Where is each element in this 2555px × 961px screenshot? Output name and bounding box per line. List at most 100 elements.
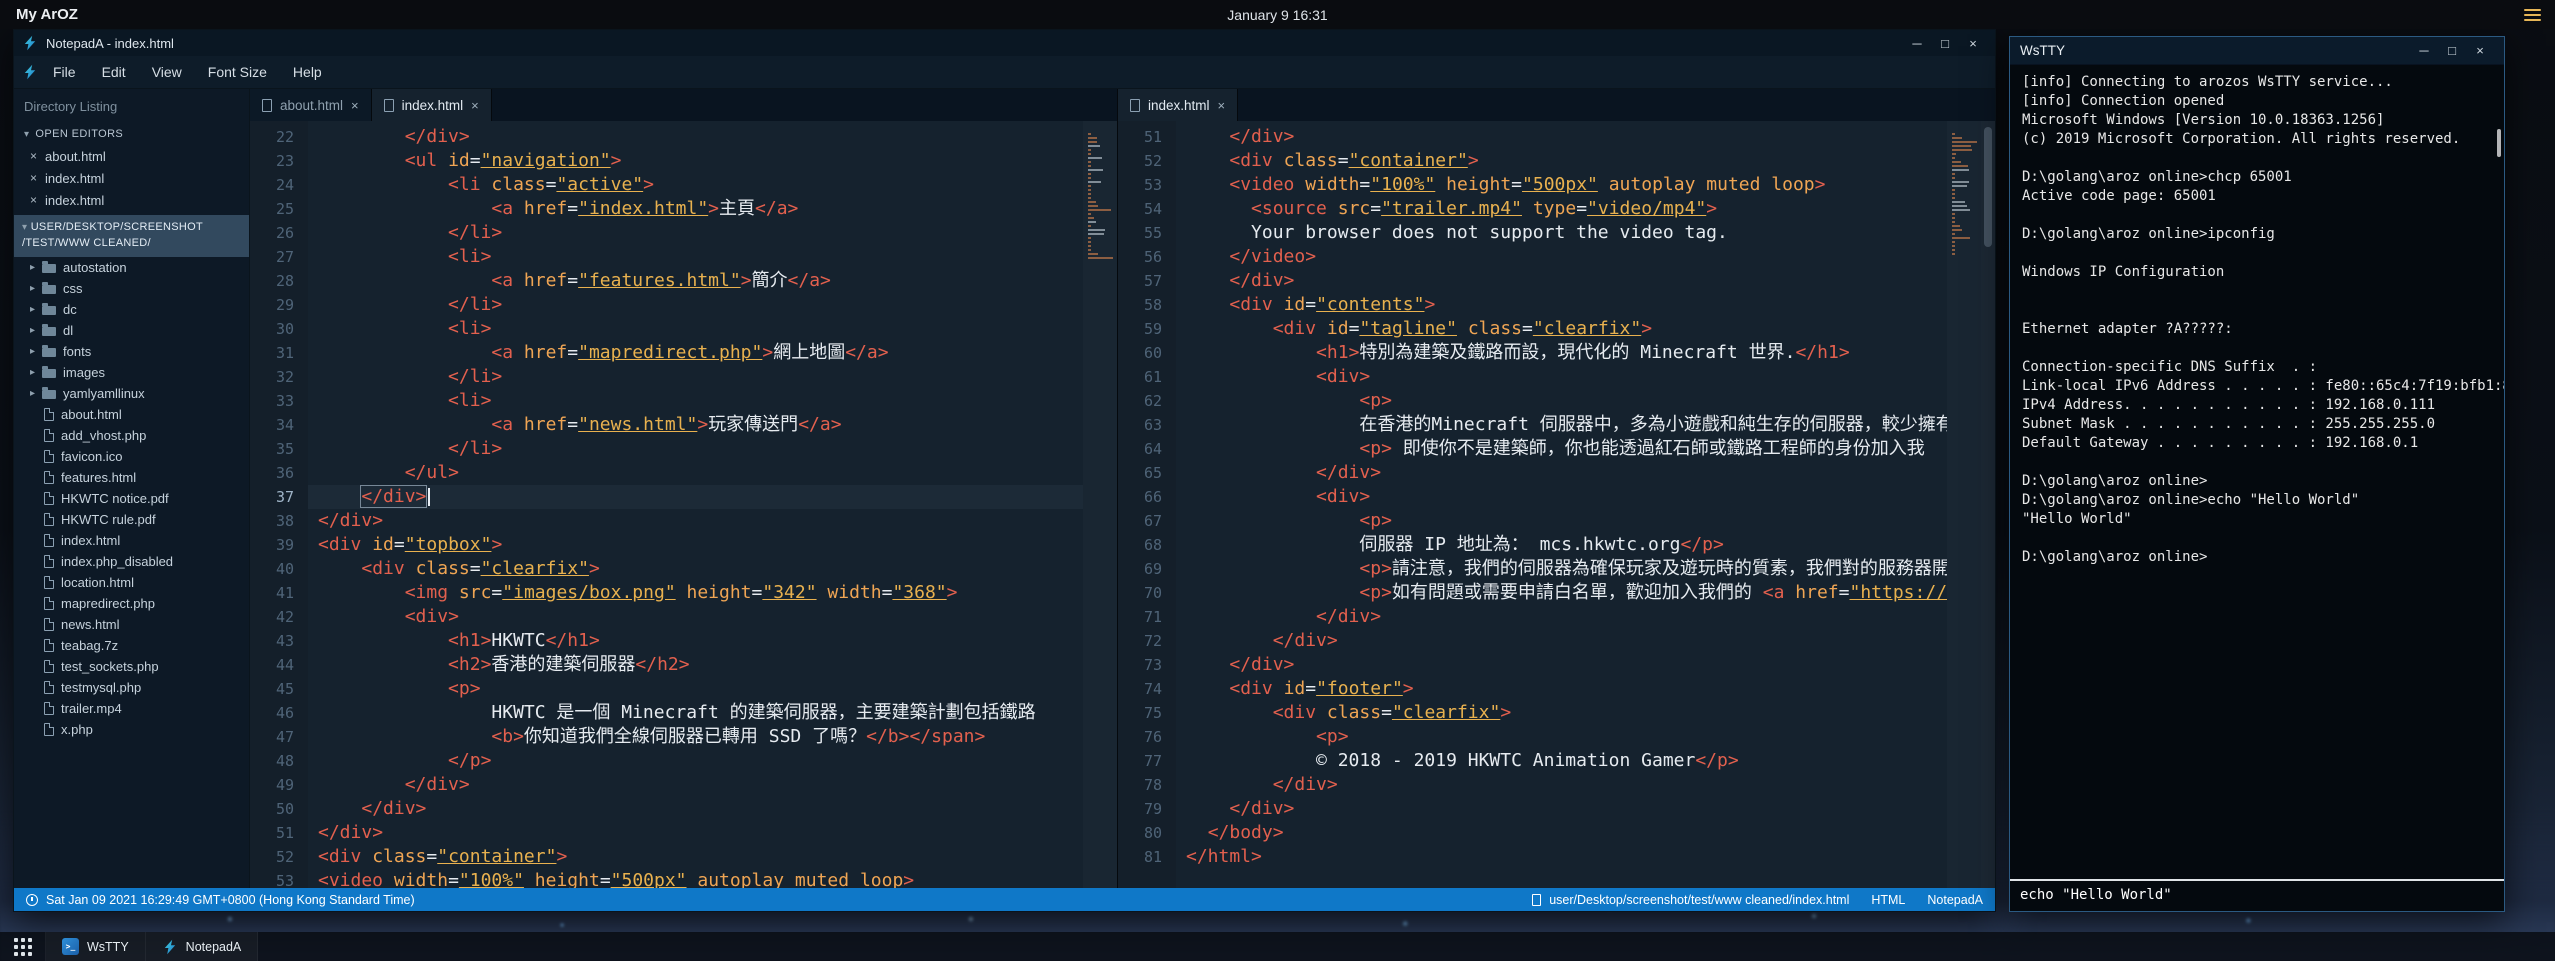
minimap-line [1952, 209, 1970, 211]
tree-file[interactable]: index.html [14, 530, 249, 551]
file-name: location.html [61, 575, 134, 590]
tree-file[interactable]: news.html [14, 614, 249, 635]
code-editor[interactable]: </div> <ul id="navigation"> <li class="a… [308, 121, 1083, 888]
tree-file[interactable]: mapredirect.php [14, 593, 249, 614]
terminal-line [2022, 244, 2492, 263]
workspace-root[interactable]: ▾ USER/DESKTOP/SCREENSHOT /TEST/WWW CLEA… [14, 215, 249, 257]
menu-item-edit[interactable]: Edit [89, 58, 139, 86]
line-number: 50 [250, 797, 294, 821]
file-icon [384, 99, 394, 112]
code-line: <h1>特別為建築及鐵路而設，現代化的 Minecraft 世界.</h1> [1176, 341, 1947, 365]
open-editor-item[interactable]: ×about.html [14, 145, 249, 167]
close-file-icon[interactable]: × [30, 149, 37, 163]
minimap[interactable] [1083, 121, 1117, 888]
tree-file[interactable]: features.html [14, 467, 249, 488]
tree-file[interactable]: favicon.ico [14, 446, 249, 467]
tree-folder[interactable]: ▸css [14, 278, 249, 299]
menu-item-file[interactable]: File [40, 58, 89, 86]
tree-folder[interactable]: ▸yamlyamllinux [14, 383, 249, 404]
tree-folder[interactable]: ▸autostation [14, 257, 249, 278]
tree-file[interactable]: about.html [14, 404, 249, 425]
status-language-mode[interactable]: HTML [1871, 893, 1905, 907]
tree-file[interactable]: HKWTC notice.pdf [14, 488, 249, 509]
code-editor[interactable]: </div> <div class="container"> <video wi… [1176, 121, 1947, 888]
close-button[interactable]: × [1959, 36, 1987, 51]
close-tab-icon[interactable]: × [351, 98, 359, 113]
scrollbar-thumb[interactable] [2497, 129, 2501, 157]
menu-item-font-size[interactable]: Font Size [195, 58, 280, 86]
wstty-titlebar[interactable]: WsTTY ─ □ × [2010, 37, 2504, 65]
close-file-icon[interactable]: × [30, 193, 37, 207]
terminal-output[interactable]: [info] Connecting to arozos WsTTY servic… [2010, 65, 2504, 879]
tree-file[interactable]: location.html [14, 572, 249, 593]
line-number: 26 [250, 221, 294, 245]
minimap-line [1088, 241, 1091, 243]
hamburger-menu-icon[interactable] [2524, 9, 2541, 21]
open-editor-item[interactable]: ×index.html [14, 189, 249, 211]
close-button[interactable]: × [2466, 43, 2494, 58]
tab-about.html[interactable]: about.html× [250, 89, 372, 121]
file-icon [44, 618, 54, 631]
tree-folder[interactable]: ▸dl [14, 320, 249, 341]
minimize-button[interactable]: ─ [2410, 43, 2438, 58]
minimap-line [1952, 177, 1955, 179]
tab-index.html[interactable]: index.html × [372, 89, 492, 121]
close-tab-icon[interactable]: × [471, 98, 479, 113]
open-editor-item[interactable]: ×index.html [14, 167, 249, 189]
editor-pane: 5152535455565758596061626364656667686970… [1118, 121, 1995, 888]
code-line: <img src="images/box.png" height="342" w… [308, 581, 1083, 605]
minimap-line [1952, 149, 1972, 151]
file-name: news.html [61, 617, 120, 632]
minimize-button[interactable]: ─ [1903, 36, 1931, 51]
code-line: </p> [308, 749, 1083, 773]
tree-file[interactable]: add_vhost.php [14, 425, 249, 446]
menu-item-help[interactable]: Help [280, 58, 335, 86]
line-number: 35 [250, 437, 294, 461]
status-datetime: Sat Jan 09 2021 16:29:49 GMT+0800 (Hong … [46, 893, 1524, 907]
line-number: 47 [250, 725, 294, 749]
minimap-line [1952, 189, 1955, 191]
code-line: <p> 即使你不是建築師，你也能透過紅石師或鐵路工程師的身份加入我 [1176, 437, 1947, 461]
maximize-button[interactable]: □ [2438, 43, 2466, 58]
scrollbar[interactable] [1981, 121, 1995, 888]
maximize-button[interactable]: □ [1931, 36, 1959, 51]
system-menu-title[interactable]: My ArOZ [16, 6, 78, 23]
app-launcher-button[interactable] [0, 932, 46, 961]
minimap[interactable] [1947, 121, 1981, 888]
file-icon [262, 99, 272, 112]
tree-folder[interactable]: ▸dc [14, 299, 249, 320]
taskbar-item-wstty[interactable]: >_ WsTTY [46, 932, 146, 961]
menu-item-view[interactable]: View [139, 58, 195, 86]
file-icon [44, 534, 54, 547]
tab-index.html[interactable]: index.html× [1118, 89, 1238, 121]
tab-label: index.html [402, 98, 464, 113]
scrollbar-thumb[interactable] [1984, 127, 1992, 247]
taskbar-item-notepada[interactable]: NotepadA [146, 932, 259, 961]
close-tab-icon[interactable]: × [1218, 98, 1226, 113]
close-file-icon[interactable]: × [30, 171, 37, 185]
tree-file[interactable]: trailer.mp4 [14, 698, 249, 719]
minimap-line [1952, 133, 1955, 135]
tree-file[interactable]: HKWTC rule.pdf [14, 509, 249, 530]
terminal-line: (c) 2019 Microsoft Corporation. All righ… [2022, 130, 2492, 149]
status-filepath[interactable]: user/Desktop/screenshot/test/www cleaned… [1549, 893, 1849, 907]
code-line: <div class="clearfix"> [308, 557, 1083, 581]
code-line: </div> [308, 125, 1083, 149]
tree-folder[interactable]: ▸fonts [14, 341, 249, 362]
notepada-titlebar[interactable]: NotepadA - index.html ─ □ × [14, 30, 1995, 56]
code-line: <div id="contents"> [1176, 293, 1947, 317]
minimap-line [1952, 173, 1955, 175]
line-number: 25 [250, 197, 294, 221]
line-number: 80 [1118, 821, 1162, 845]
tree-folder[interactable]: ▸images [14, 362, 249, 383]
terminal-line: Microsoft Windows [Version 10.0.18363.12… [2022, 111, 2492, 130]
tree-file[interactable]: x.php [14, 719, 249, 740]
minimap-line [1952, 161, 1961, 163]
line-number: 23 [250, 149, 294, 173]
open-editors-section[interactable]: ▾ OPEN EDITORS [14, 122, 249, 145]
tree-file[interactable]: teabag.7z [14, 635, 249, 656]
tree-file[interactable]: index.php_disabled [14, 551, 249, 572]
terminal-input-echo[interactable]: echo "Hello World" [2010, 879, 2504, 911]
tree-file[interactable]: test_sockets.php [14, 656, 249, 677]
tree-file[interactable]: testmysql.php [14, 677, 249, 698]
